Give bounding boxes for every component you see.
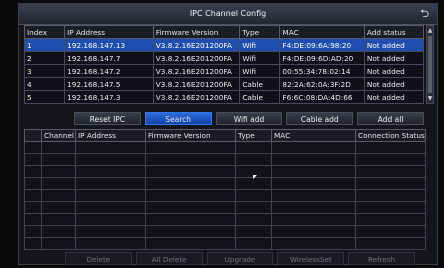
add-all-button[interactable]: Add all	[357, 112, 424, 125]
refresh-button[interactable]: Refresh	[348, 252, 415, 265]
device-list-scrollbar[interactable]: ▲ ▼	[426, 25, 434, 104]
col-connection-status: Connection Status	[355, 129, 426, 142]
table-row[interactable]	[24, 153, 426, 166]
table-row[interactable]	[24, 213, 426, 226]
upgrade-button[interactable]: Upgrade	[206, 252, 274, 265]
cell-firmware: V3.8.2.16E201200FA	[152, 77, 241, 91]
cell-firmware: V3.8.2.16E201200FA	[152, 64, 241, 78]
all-delete-button[interactable]: All Delete	[135, 252, 203, 265]
cell-ip: 192.168.147.5	[64, 77, 154, 91]
col-mac: MAC	[279, 25, 365, 39]
wireless-set-button[interactable]: WirelessSet	[277, 252, 345, 265]
table-row[interactable]	[24, 141, 426, 154]
window-title: IPC Channel Config	[189, 9, 267, 18]
col-ip-address: IP Address	[64, 25, 154, 39]
title-bar: IPC Channel Config ⮌	[19, 4, 437, 25]
cell-index: 4	[23, 77, 66, 91]
cell-index: 3	[23, 64, 66, 78]
col-firmware-version: Firmware Version	[145, 129, 236, 142]
cell-add-status: Not added	[363, 77, 425, 91]
table-row[interactable]	[24, 189, 426, 202]
scroll-down-icon[interactable]: ▼	[427, 94, 433, 103]
col-firmware-version: Firmware Version	[152, 25, 241, 39]
cell-mac: F4:DE:09:6A:98:20	[279, 38, 365, 52]
table-header-row: Index IP Address Firmware Version Type M…	[23, 25, 425, 39]
wifi-add-button[interactable]: Wifi add	[215, 112, 283, 125]
cell-ip: 192.168.147.7	[64, 51, 154, 65]
cell-add-status: Not added	[363, 64, 425, 78]
col-channel: Channel	[41, 129, 76, 142]
channel-header-row: Channel IP Address Firmware Version Type…	[24, 129, 426, 142]
cell-type: Cable	[239, 90, 281, 104]
cell-mac: F4:DE:09:6D:AD:20	[279, 51, 365, 65]
footer-button-row: Delete All Delete Upgrade WirelessSet Re…	[65, 252, 415, 266]
table-row[interactable]	[24, 237, 426, 250]
cell-firmware: V3.8.2.16E201200FA	[152, 90, 241, 104]
table-row[interactable]: 5 192.168.147.3 V3.8.2.16E201200FA Cable…	[23, 90, 425, 104]
discovered-devices-table: Index IP Address Firmware Version Type M…	[23, 25, 425, 104]
mouse-pointer-icon	[253, 175, 257, 179]
cable-add-button[interactable]: Cable add	[286, 112, 354, 125]
col-index: Index	[23, 25, 66, 39]
cell-ip: 192.168.147.3	[64, 90, 154, 104]
cell-index: 1	[23, 38, 66, 52]
reset-ipc-button[interactable]: Reset IPC	[74, 112, 141, 125]
cell-mac: 00:55:34:78:02:14	[279, 64, 365, 78]
table-row[interactable]	[24, 225, 426, 238]
search-button[interactable]: Search	[144, 112, 212, 125]
return-arrow-icon[interactable]: ⮌	[420, 4, 429, 24]
table-row[interactable]: 1 192.168.147.13 V3.8.2.16E201200FA Wifi…	[23, 38, 425, 52]
col-type: Type	[239, 25, 281, 39]
cell-firmware: V3.8.2.16E201200FA	[152, 51, 241, 65]
scroll-thumb[interactable]	[428, 36, 432, 93]
cell-mac: F6:6C:08:DA:4D:66	[279, 90, 365, 104]
col-mac: MAC	[271, 129, 356, 142]
channel-table: Channel IP Address Firmware Version Type…	[24, 129, 426, 250]
delete-button[interactable]: Delete	[65, 252, 132, 265]
col-ip-address: IP Address	[75, 129, 146, 142]
table-row[interactable]: 4 192.168.147.5 V3.8.2.16E201200FA Cable…	[23, 77, 425, 91]
col-add-status: Add status	[363, 25, 425, 39]
table-row[interactable]: 2 192.168.147.7 V3.8.2.16E201200FA Wifi …	[23, 51, 425, 65]
table-row[interactable]	[24, 177, 426, 190]
cell-index: 2	[23, 51, 66, 65]
cell-ip: 192.168.147.13	[64, 38, 154, 52]
table-row[interactable]: 3 192.168.147.2 V3.8.2.16E201200FA Wifi …	[23, 64, 425, 78]
scroll-up-icon[interactable]: ▲	[427, 26, 433, 35]
cell-add-status: Not added	[363, 51, 425, 65]
col-type: Type	[235, 129, 272, 142]
cell-firmware: V3.8.2.16E201200FA	[152, 38, 241, 52]
col-checkbox	[24, 129, 42, 142]
cell-type: Wifi	[239, 38, 281, 52]
cell-index: 5	[23, 90, 66, 104]
cell-add-status: Not added	[363, 38, 425, 52]
action-button-row: Reset IPC Search Wifi add Cable add Add …	[74, 112, 424, 125]
cell-type: Wifi	[239, 64, 281, 78]
cell-type: Cable	[239, 77, 281, 91]
table-row[interactable]	[24, 165, 426, 178]
table-row[interactable]	[24, 201, 426, 214]
cell-add-status: Not added	[363, 90, 425, 104]
cell-type: Wifi	[239, 51, 281, 65]
cell-mac: 82:2A:62:0A:3F:2D	[279, 77, 365, 91]
cell-ip: 192.168.147.2	[64, 64, 154, 78]
